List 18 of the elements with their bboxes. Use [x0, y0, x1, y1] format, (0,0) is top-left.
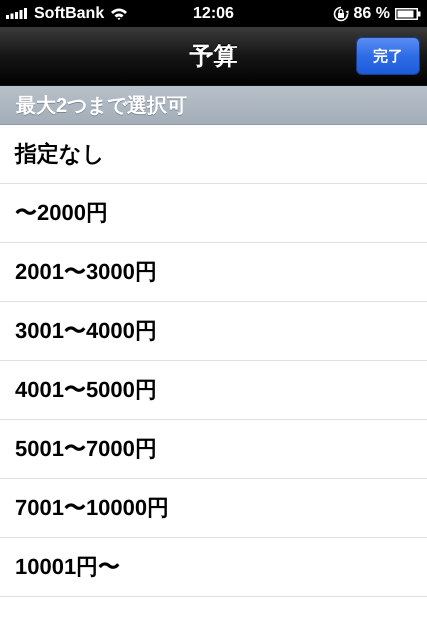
rotation-lock-icon: [332, 6, 349, 22]
list-item[interactable]: 10001円〜: [0, 538, 427, 597]
list-item[interactable]: 指定なし: [0, 125, 427, 184]
list-item[interactable]: 5001〜7000円: [0, 420, 427, 479]
list-item[interactable]: 3001〜4000円: [0, 302, 427, 361]
list-item[interactable]: 2001〜3000円: [0, 243, 427, 302]
section-header: 最大2つまで選択可: [0, 86, 427, 125]
battery-percent: 86 %: [354, 4, 390, 22]
battery-icon: [395, 8, 421, 20]
list-item[interactable]: 7001〜10000円: [0, 479, 427, 538]
list-item[interactable]: 4001〜5000円: [0, 361, 427, 420]
wifi-icon: [110, 7, 128, 20]
done-button[interactable]: 完了: [356, 37, 420, 75]
list-item[interactable]: 〜2000円: [0, 184, 427, 243]
status-time: 12:06: [193, 4, 234, 22]
carrier-name: SoftBank: [34, 4, 104, 22]
nav-title: 予算: [190, 42, 238, 72]
signal-icon: [6, 8, 28, 19]
